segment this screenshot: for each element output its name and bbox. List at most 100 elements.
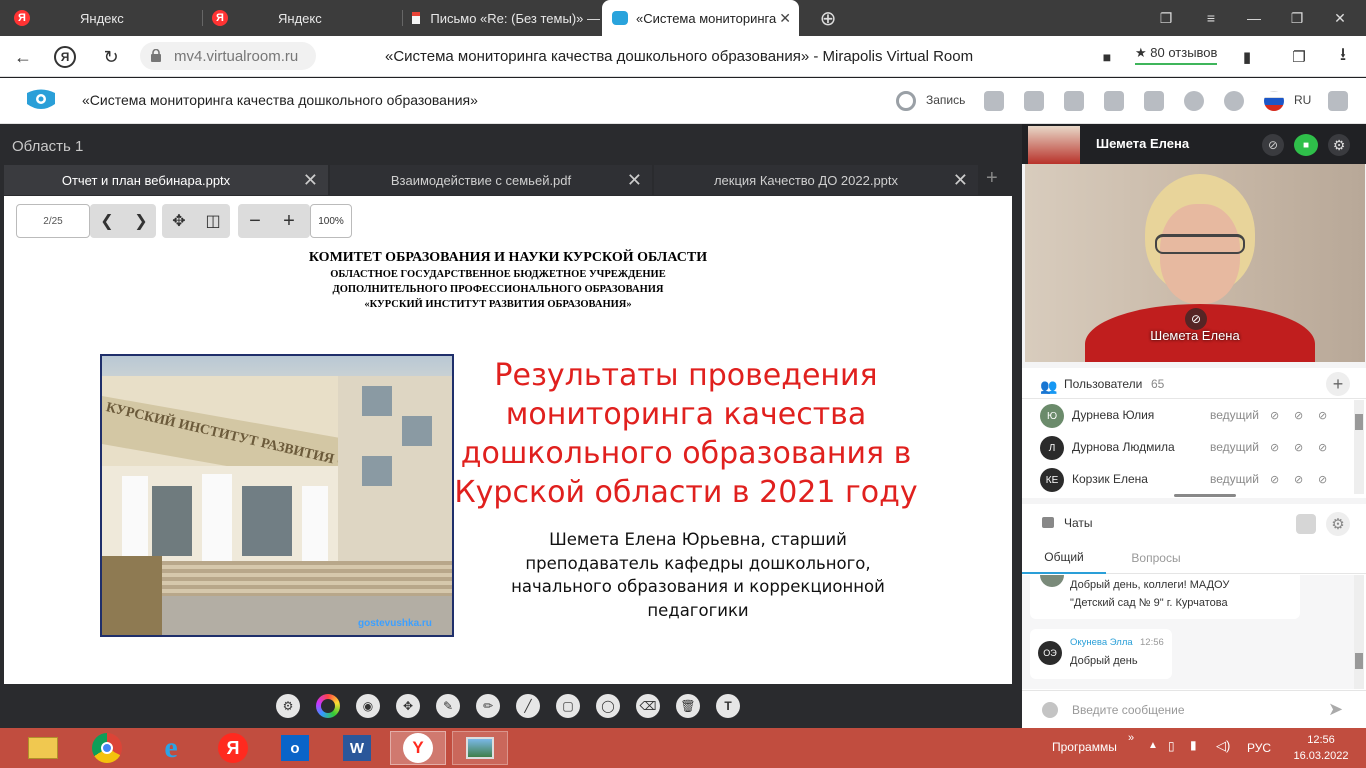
document-icon[interactable] — [1064, 91, 1084, 111]
ellipse-icon[interactable]: ◯ — [596, 694, 620, 718]
volume-icon[interactable]: ◁) — [1216, 738, 1230, 754]
layout-icon[interactable] — [984, 91, 1004, 111]
browser-tab-active[interactable]: «Система мониторинга ✕ — [602, 0, 799, 36]
eraser-icon[interactable]: ⌫ — [636, 694, 660, 718]
language-indicator[interactable]: РУС — [1247, 741, 1271, 755]
yandex-active-icon[interactable]: Y — [390, 731, 446, 765]
pointer-icon[interactable]: ◉ — [356, 694, 380, 718]
rectangle-icon[interactable]: ▢ — [556, 694, 580, 718]
camera-off-icon[interactable]: ⊘ — [1294, 473, 1308, 487]
tray-up-icon[interactable]: ▲ — [1148, 740, 1158, 751]
close-icon[interactable]: ✕ — [953, 170, 968, 191]
emoji-icon[interactable] — [1042, 702, 1058, 718]
tab-general[interactable]: Общий — [1022, 542, 1106, 574]
gear-icon[interactable] — [1224, 91, 1244, 111]
record-icon[interactable] — [896, 91, 916, 111]
camera-off-icon[interactable]: ⊘ — [1294, 409, 1308, 423]
clock-time[interactable]: 12:56 — [1298, 734, 1344, 746]
color-picker-icon[interactable] — [316, 694, 340, 718]
camera-off-icon[interactable]: ⊘ — [1294, 441, 1308, 455]
reviews-link[interactable]: ★ 80 отзывов — [1135, 45, 1218, 65]
doc-tab-active[interactable]: Отчет и план вебинара.pptx ✕ — [4, 165, 328, 195]
photo-viewer-icon[interactable] — [452, 731, 508, 765]
screen-share-icon[interactable] — [1024, 91, 1044, 111]
tabs-icon[interactable]: ❐ — [1146, 0, 1186, 36]
record-label[interactable]: Запись — [926, 93, 965, 107]
prev-page-button[interactable]: ❮ — [90, 204, 124, 238]
doc-tab[interactable]: лекция Качество ДО 2022.pptx ✕ — [654, 165, 978, 195]
expand-icon[interactable]: » — [1128, 732, 1134, 744]
close-window-button[interactable]: ✕ — [1320, 0, 1360, 36]
chat-scrollbar[interactable] — [1354, 575, 1364, 689]
page-number-input[interactable]: 2/25 — [16, 204, 90, 238]
camera-icon[interactable]: ■ — [1094, 44, 1120, 70]
add-user-button[interactable]: + — [1326, 372, 1350, 396]
bookmark-icon[interactable]: ▮ — [1234, 44, 1260, 70]
screen-off-icon[interactable]: ⊘ — [1318, 473, 1332, 487]
pan-icon[interactable]: ✥ — [162, 204, 196, 238]
camera-on-icon[interactable]: ■ — [1294, 134, 1318, 156]
yandex-home-icon[interactable]: Я — [54, 46, 76, 68]
gear-icon[interactable]: ⚙ — [1328, 134, 1350, 156]
chrome-icon[interactable] — [84, 731, 130, 765]
programs-label[interactable]: Программы — [1052, 740, 1117, 754]
reload-button[interactable]: ↻ — [98, 44, 124, 70]
mic-off-icon[interactable]: ⊘ — [1270, 441, 1284, 455]
mic-off-icon[interactable]: ⊘ — [1270, 473, 1284, 487]
extensions-icon[interactable]: ❐ — [1286, 44, 1312, 70]
info-icon[interactable] — [1184, 91, 1204, 111]
add-doc-tab-button[interactable]: + — [986, 167, 998, 190]
user-row[interactable]: Л Дурнова Людмила ведущий ⊘ ⊘ ⊘ — [1022, 432, 1358, 464]
gear-icon[interactable]: ⚙ — [1326, 512, 1350, 536]
screen-off-icon[interactable]: ⊘ — [1318, 441, 1332, 455]
network-icon[interactable]: ▮ — [1190, 738, 1197, 752]
trash-icon[interactable]: 🗑 — [676, 694, 700, 718]
back-button[interactable]: ← — [10, 44, 36, 70]
mic-muted-icon[interactable]: ⊘ — [1262, 134, 1284, 156]
download-icon[interactable]: ⭳ — [1330, 44, 1356, 70]
brush-icon[interactable]: ✎ — [436, 694, 460, 718]
text-icon[interactable]: T — [716, 694, 740, 718]
tab-questions[interactable]: Вопросы — [1106, 542, 1206, 574]
zoom-in-button[interactable]: + — [272, 204, 306, 238]
exit-icon[interactable] — [1328, 91, 1348, 111]
outlook-icon[interactable]: o — [272, 731, 318, 765]
minimize-button[interactable]: — — [1234, 0, 1274, 36]
russian-flag-icon[interactable] — [1264, 91, 1284, 111]
users-scrollbar[interactable] — [1354, 400, 1364, 494]
browser-tab[interactable]: Я Яндекс — [204, 0, 400, 36]
fit-width-icon[interactable]: ◫ — [196, 204, 230, 238]
close-icon[interactable]: ✕ — [303, 170, 318, 191]
users-settings-icon[interactable] — [1144, 91, 1164, 111]
pencil-icon[interactable]: ✏ — [476, 694, 500, 718]
message-input[interactable]: Введите сообщение — [1072, 703, 1185, 717]
close-icon[interactable]: ✕ — [627, 170, 642, 191]
clock-date[interactable]: 16.03.2022 — [1292, 750, 1350, 762]
restore-button[interactable]: ❐ — [1277, 0, 1317, 36]
zoom-out-button[interactable]: − — [238, 204, 272, 238]
menu-icon[interactable]: ≡ — [1191, 0, 1231, 36]
screen-off-icon[interactable]: ⊘ — [1318, 409, 1332, 423]
close-tab-icon[interactable]: ✕ — [779, 10, 791, 27]
resize-handle[interactable] — [1174, 494, 1236, 497]
file-explorer-icon[interactable] — [20, 731, 66, 765]
settings-gear-icon[interactable]: ⚙ — [276, 694, 300, 718]
doc-tab[interactable]: Взаимодействие с семьей.pdf ✕ — [330, 165, 652, 195]
move-icon[interactable]: ✥ — [396, 694, 420, 718]
send-icon[interactable]: ➤ — [1328, 699, 1343, 720]
battery-icon[interactable]: ▯ — [1168, 739, 1175, 753]
language-label[interactable]: RU — [1294, 93, 1311, 107]
url-field[interactable]: mv4.virtualroom.ru — [140, 42, 316, 70]
chat-settings-icon[interactable] — [1296, 514, 1316, 534]
word-icon[interactable]: W — [334, 731, 380, 765]
next-page-button[interactable]: ❯ — [124, 204, 158, 238]
zoom-level[interactable]: 100% — [310, 204, 352, 238]
folder-icon[interactable] — [1104, 91, 1124, 111]
user-row[interactable]: КЕ Корзик Елена ведущий ⊘ ⊘ ⊘ — [1022, 464, 1358, 496]
browser-tab[interactable]: Письмо «Re: (Без темы)» — — [404, 0, 600, 36]
internet-explorer-icon[interactable]: e — [148, 731, 194, 765]
browser-tab[interactable]: Я Яндекс — [6, 0, 201, 36]
user-row[interactable]: Ю Дурнева Юлия ведущий ⊘ ⊘ ⊘ — [1022, 400, 1358, 432]
line-icon[interactable]: ╱ — [516, 694, 540, 718]
yandex-browser-icon[interactable]: Я — [210, 731, 256, 765]
